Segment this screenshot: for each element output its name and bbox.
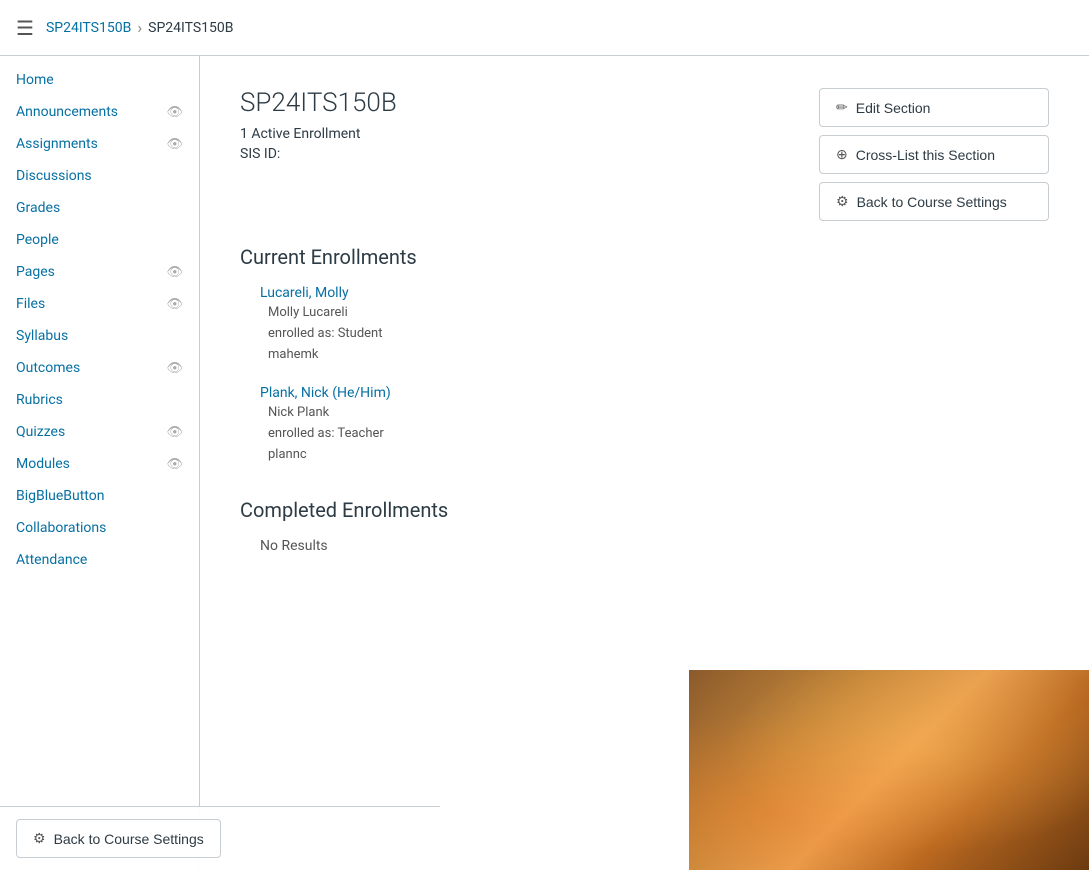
section-title: SP24ITS150B <box>240 88 819 118</box>
edit-section-button[interactable]: ✏ Edit Section <box>819 88 1049 127</box>
back-to-course-settings-button-bottom[interactable]: ⚙ Back to Course Settings <box>16 819 221 858</box>
sidebar-item-collaborations[interactable]: Collaborations <box>0 512 199 544</box>
sidebar-item-bigbluebutton[interactable]: BigBlueButton <box>0 480 199 512</box>
visibility-icon-assignments: 👁 <box>166 137 183 152</box>
visibility-icon-outcomes: 👁 <box>166 361 183 376</box>
no-results-text: No Results <box>240 538 1049 554</box>
topbar: ☰ SP24ITS150B › SP24ITS150B <box>0 0 1089 56</box>
active-enrollment-count: 1 Active Enrollment <box>240 126 819 142</box>
sidebar-item-rubrics[interactable]: Rubrics <box>0 384 199 416</box>
cross-list-button[interactable]: ⊕ Cross-List this Section <box>819 135 1049 174</box>
main-top: SP24ITS150B 1 Active Enrollment SIS ID: … <box>240 88 1049 221</box>
current-enrollments-title: Current Enrollments <box>240 245 1049 269</box>
enrollment-role-plank: enrolled as: Teacher <box>268 424 1049 445</box>
sidebar-item-discussions[interactable]: Discussions <box>0 160 199 192</box>
enrollment-name-lucareli[interactable]: Lucareli, Molly <box>260 285 1049 301</box>
sidebar-item-people[interactable]: People <box>0 224 199 256</box>
breadcrumb-current: SP24ITS150B <box>148 20 233 36</box>
section-info: SP24ITS150B 1 Active Enrollment SIS ID: <box>240 88 819 186</box>
sidebar-item-modules[interactable]: Modules 👁 <box>0 448 199 480</box>
sidebar-item-announcements[interactable]: Announcements 👁 <box>0 96 199 128</box>
enrollment-detail-plank: Nick Plank enrolled as: Teacher plannc <box>268 403 1049 465</box>
breadcrumb: SP24ITS150B › SP24ITS150B <box>46 18 234 37</box>
sidebar-item-outcomes[interactable]: Outcomes 👁 <box>0 352 199 384</box>
menu-icon[interactable]: ☰ <box>16 16 34 40</box>
visibility-icon-pages: 👁 <box>166 265 183 280</box>
enrollment-username-plank: plannc <box>268 445 1049 466</box>
settings-icon: ⚙ <box>836 193 849 210</box>
enrollment-item-lucareli: Lucareli, Molly Molly Lucareli enrolled … <box>240 285 1049 365</box>
sidebar-item-grades[interactable]: Grades <box>0 192 199 224</box>
completed-enrollments-title: Completed Enrollments <box>240 498 1049 522</box>
edit-icon: ✏ <box>836 99 848 116</box>
visibility-icon-modules: 👁 <box>166 457 183 472</box>
enrollment-username-lucareli: mahemk <box>268 345 1049 366</box>
actions-panel: ✏ Edit Section ⊕ Cross-List this Section… <box>819 88 1049 221</box>
sidebar-item-files[interactable]: Files 👁 <box>0 288 199 320</box>
visibility-icon-announcements: 👁 <box>166 105 183 120</box>
settings-icon-bottom: ⚙ <box>33 830 46 847</box>
sidebar-item-syllabus[interactable]: Syllabus <box>0 320 199 352</box>
enrollment-item-plank: Plank, Nick (He/Him) Nick Plank enrolled… <box>240 385 1049 465</box>
enrollment-fullname-plank: Nick Plank <box>268 403 1049 424</box>
sidebar-item-home[interactable]: Home <box>0 64 199 96</box>
visibility-icon-quizzes: 👁 <box>166 425 183 440</box>
sidebar-item-assignments[interactable]: Assignments 👁 <box>0 128 199 160</box>
sidebar-item-attendance[interactable]: Attendance <box>0 544 199 576</box>
space-background <box>689 670 1089 870</box>
sidebar: Home Announcements 👁 Assignments 👁 Discu… <box>0 56 200 870</box>
enrollment-fullname-lucareli: Molly Lucareli <box>268 303 1049 324</box>
cross-list-icon: ⊕ <box>836 146 848 163</box>
enrollment-detail-lucareli: Molly Lucareli enrolled as: Student mahe… <box>268 303 1049 365</box>
sidebar-item-quizzes[interactable]: Quizzes 👁 <box>0 416 199 448</box>
sis-id: SIS ID: <box>240 146 819 162</box>
breadcrumb-separator: › <box>137 18 142 37</box>
enrollment-role-lucareli: enrolled as: Student <box>268 324 1049 345</box>
sidebar-item-pages[interactable]: Pages 👁 <box>0 256 199 288</box>
back-to-course-settings-button-top[interactable]: ⚙ Back to Course Settings <box>819 182 1049 221</box>
breadcrumb-link[interactable]: SP24ITS150B <box>46 20 131 36</box>
enrollment-name-plank[interactable]: Plank, Nick (He/Him) <box>260 385 1049 401</box>
visibility-icon-files: 👁 <box>166 297 183 312</box>
bottom-bar: ⚙ Back to Course Settings <box>0 806 440 870</box>
